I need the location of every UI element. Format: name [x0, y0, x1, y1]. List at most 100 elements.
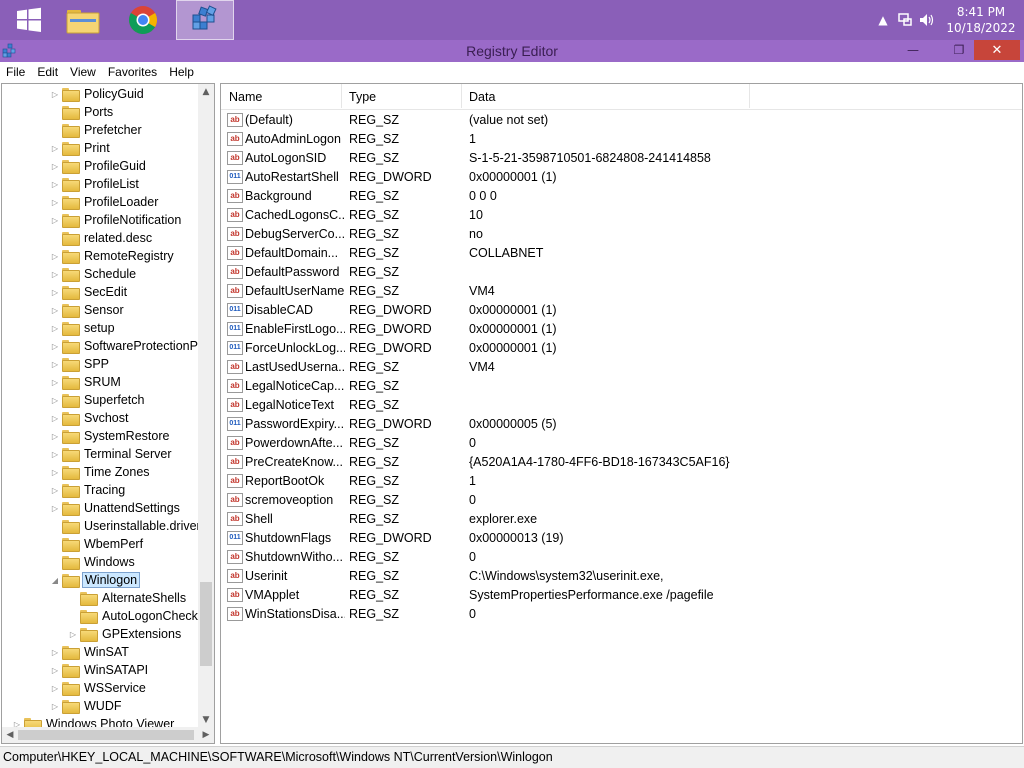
table-row[interactable]: ab LastUsedUserna... REG_SZ VM4 [221, 357, 1022, 376]
table-row[interactable]: 011 AutoRestartShell REG_DWORD 0x00000001 (… [221, 167, 1022, 186]
menu-help[interactable]: Help [163, 65, 200, 79]
tree-item[interactable]: ▷ GPExtensions [68, 625, 183, 643]
tree-item[interactable]: ▷ Superfetch [50, 391, 146, 409]
tree-item[interactable]: ▷ ProfileGuid [50, 157, 148, 175]
expand-arrow-icon[interactable]: ▷ [50, 180, 60, 189]
tree-item[interactable]: ▷ Tracing [50, 481, 127, 499]
table-row[interactable]: ab ShutdownWitho... REG_SZ 0 [221, 547, 1022, 566]
table-row[interactable]: 011 DisableCAD REG_DWORD 0x00000001 (1) [221, 300, 1022, 319]
table-row[interactable]: 011 PasswordExpiry... REG_DWORD 0x00000005 … [221, 414, 1022, 433]
tree-item[interactable]: ▷ WinSAT [50, 643, 131, 661]
tree-item[interactable]: ▷ WUDF [50, 697, 124, 715]
table-row[interactable]: ab DefaultPassword REG_SZ [221, 262, 1022, 281]
expand-arrow-icon[interactable]: ▷ [50, 486, 60, 495]
minimize-button[interactable]: — [900, 40, 926, 60]
tree-item[interactable]: Ports [50, 103, 115, 121]
tree-item[interactable]: AutoLogonChecked [68, 607, 199, 625]
expand-arrow-icon[interactable]: ▷ [50, 468, 60, 477]
tree-item[interactable]: ▷ SecEdit [50, 283, 129, 301]
expand-arrow-icon[interactable]: ▷ [50, 144, 60, 153]
menu-file[interactable]: File [0, 65, 31, 79]
expand-arrow-icon[interactable]: ▷ [50, 378, 60, 387]
menu-view[interactable]: View [64, 65, 102, 79]
tree-item[interactable]: ▷ UnattendSettings [50, 499, 182, 517]
table-row[interactable]: ab scremoveoption REG_SZ 0 [221, 490, 1022, 509]
tree-item[interactable]: WbemPerf [50, 535, 145, 553]
expand-arrow-icon[interactable]: ▷ [50, 342, 60, 351]
registry-editor-taskbar-button[interactable] [176, 0, 234, 40]
expand-arrow-icon[interactable]: ◢ [50, 576, 60, 585]
menu-edit[interactable]: Edit [31, 65, 64, 79]
column-header-data[interactable]: Data [469, 90, 495, 104]
expand-arrow-icon[interactable]: ▷ [50, 252, 60, 261]
expand-arrow-icon[interactable]: ▷ [50, 702, 60, 711]
expand-arrow-icon[interactable]: ▷ [50, 432, 60, 441]
tree-item[interactable]: ▷ Time Zones [50, 463, 152, 481]
tree-vertical-scrollbar[interactable]: ▲ ▼ [198, 84, 214, 728]
tree-item[interactable]: AlternateShells [68, 589, 188, 607]
menu-favorites[interactable]: Favorites [102, 65, 163, 79]
expand-arrow-icon[interactable]: ▷ [50, 324, 60, 333]
table-row[interactable]: 011 ShutdownFlags REG_DWORD 0x00000013 (19) [221, 528, 1022, 547]
tree-horizontal-scroll-thumb[interactable] [18, 730, 194, 740]
tree-horizontal-scrollbar[interactable]: ◀ ▶ [2, 727, 214, 743]
expand-arrow-icon[interactable]: ▷ [50, 504, 60, 513]
registry-key-tree[interactable]: ▷ PolicyGuid Ports Prefetcher ▷ Print ▷ Profile… [1, 83, 215, 744]
expand-arrow-icon[interactable]: ▷ [50, 90, 60, 99]
scroll-left-arrow-icon[interactable]: ◀ [2, 727, 18, 743]
tree-item[interactable]: ▷ ProfileLoader [50, 193, 160, 211]
chrome-button[interactable] [114, 0, 172, 40]
tree-item[interactable]: ▷ Terminal Server [50, 445, 174, 463]
expand-arrow-icon[interactable]: ▷ [50, 450, 60, 459]
tree-item[interactable]: ▷ RemoteRegistry [50, 247, 176, 265]
table-row[interactable]: ab Background REG_SZ 0 0 0 [221, 186, 1022, 205]
tree-item[interactable]: ▷ SPP [50, 355, 111, 373]
clock[interactable]: 8:41 PM 10/18/2022 [938, 4, 1024, 36]
tree-item[interactable]: ▷ Schedule [50, 265, 138, 283]
table-row[interactable]: ab DefaultUserName REG_SZ VM4 [221, 281, 1022, 300]
registry-values-list[interactable]: Name Type Data ab (Default) REG_SZ (value n… [220, 83, 1023, 744]
column-header-type[interactable]: Type [349, 90, 376, 104]
scroll-up-arrow-icon[interactable]: ▲ [198, 84, 214, 100]
tree-item[interactable]: ▷ SystemRestore [50, 427, 171, 445]
show-hidden-icons-icon[interactable]: ▲ [872, 13, 894, 27]
expand-arrow-icon[interactable]: ▷ [50, 270, 60, 279]
expand-arrow-icon[interactable]: ▷ [68, 630, 78, 639]
tree-item[interactable]: ▷ ProfileNotification [50, 211, 183, 229]
table-row[interactable]: ab WinStationsDisa... REG_SZ 0 [221, 604, 1022, 623]
tree-item[interactable]: ▷ Sensor [50, 301, 126, 319]
tree-item[interactable]: ▷ WSService [50, 679, 148, 697]
table-row[interactable]: ab DebugServerCo... REG_SZ no [221, 224, 1022, 243]
expand-arrow-icon[interactable]: ▷ [50, 360, 60, 369]
tree-item[interactable]: ◢ Winlogon [50, 571, 141, 589]
expand-arrow-icon[interactable]: ▷ [50, 198, 60, 207]
tree-item[interactable]: ▷ ProfileList [50, 175, 141, 193]
expand-arrow-icon[interactable]: ▷ [50, 414, 60, 423]
close-button[interactable]: ✕ [974, 40, 1020, 60]
tree-item[interactable]: ▷ SoftwareProtectionPla [50, 337, 199, 355]
table-row[interactable]: 011 EnableFirstLogo... REG_DWORD 0x00000001… [221, 319, 1022, 338]
expand-arrow-icon[interactable]: ▷ [50, 288, 60, 297]
table-row[interactable]: ab DefaultDomain... REG_SZ COLLABNET [221, 243, 1022, 262]
table-row[interactable]: ab LegalNoticeCap... REG_SZ [221, 376, 1022, 395]
table-row[interactable]: ab Shell REG_SZ explorer.exe [221, 509, 1022, 528]
tree-item[interactable]: ▷ setup [50, 319, 117, 337]
expand-arrow-icon[interactable]: ▷ [50, 396, 60, 405]
tree-item[interactable]: ▷ WinSATAPI [50, 661, 150, 679]
table-row[interactable]: ab LegalNoticeText REG_SZ [221, 395, 1022, 414]
table-row[interactable]: ab (Default) REG_SZ (value not set) [221, 110, 1022, 129]
maximize-button[interactable]: ❐ [946, 40, 972, 60]
scroll-down-arrow-icon[interactable]: ▼ [198, 712, 214, 728]
table-row[interactable]: ab PreCreateKnow... REG_SZ {A520A1A4-1780-4… [221, 452, 1022, 471]
expand-arrow-icon[interactable]: ▷ [50, 666, 60, 675]
tree-item[interactable]: ▷ Print [50, 139, 112, 157]
table-row[interactable]: ab CachedLogonsC... REG_SZ 10 [221, 205, 1022, 224]
file-explorer-button[interactable] [54, 0, 112, 40]
table-row[interactable]: ab Userinit REG_SZ C:\Windows\system32\user… [221, 566, 1022, 585]
table-row[interactable]: ab VMApplet REG_SZ SystemPropertiesPerforma… [221, 585, 1022, 604]
expand-arrow-icon[interactable]: ▷ [50, 306, 60, 315]
table-row[interactable]: ab AutoAdminLogon REG_SZ 1 [221, 129, 1022, 148]
expand-arrow-icon[interactable]: ▷ [50, 684, 60, 693]
table-row[interactable]: 011 ForceUnlockLog... REG_DWORD 0x00000001 … [221, 338, 1022, 357]
tree-item[interactable]: ▷ PolicyGuid [50, 85, 146, 103]
